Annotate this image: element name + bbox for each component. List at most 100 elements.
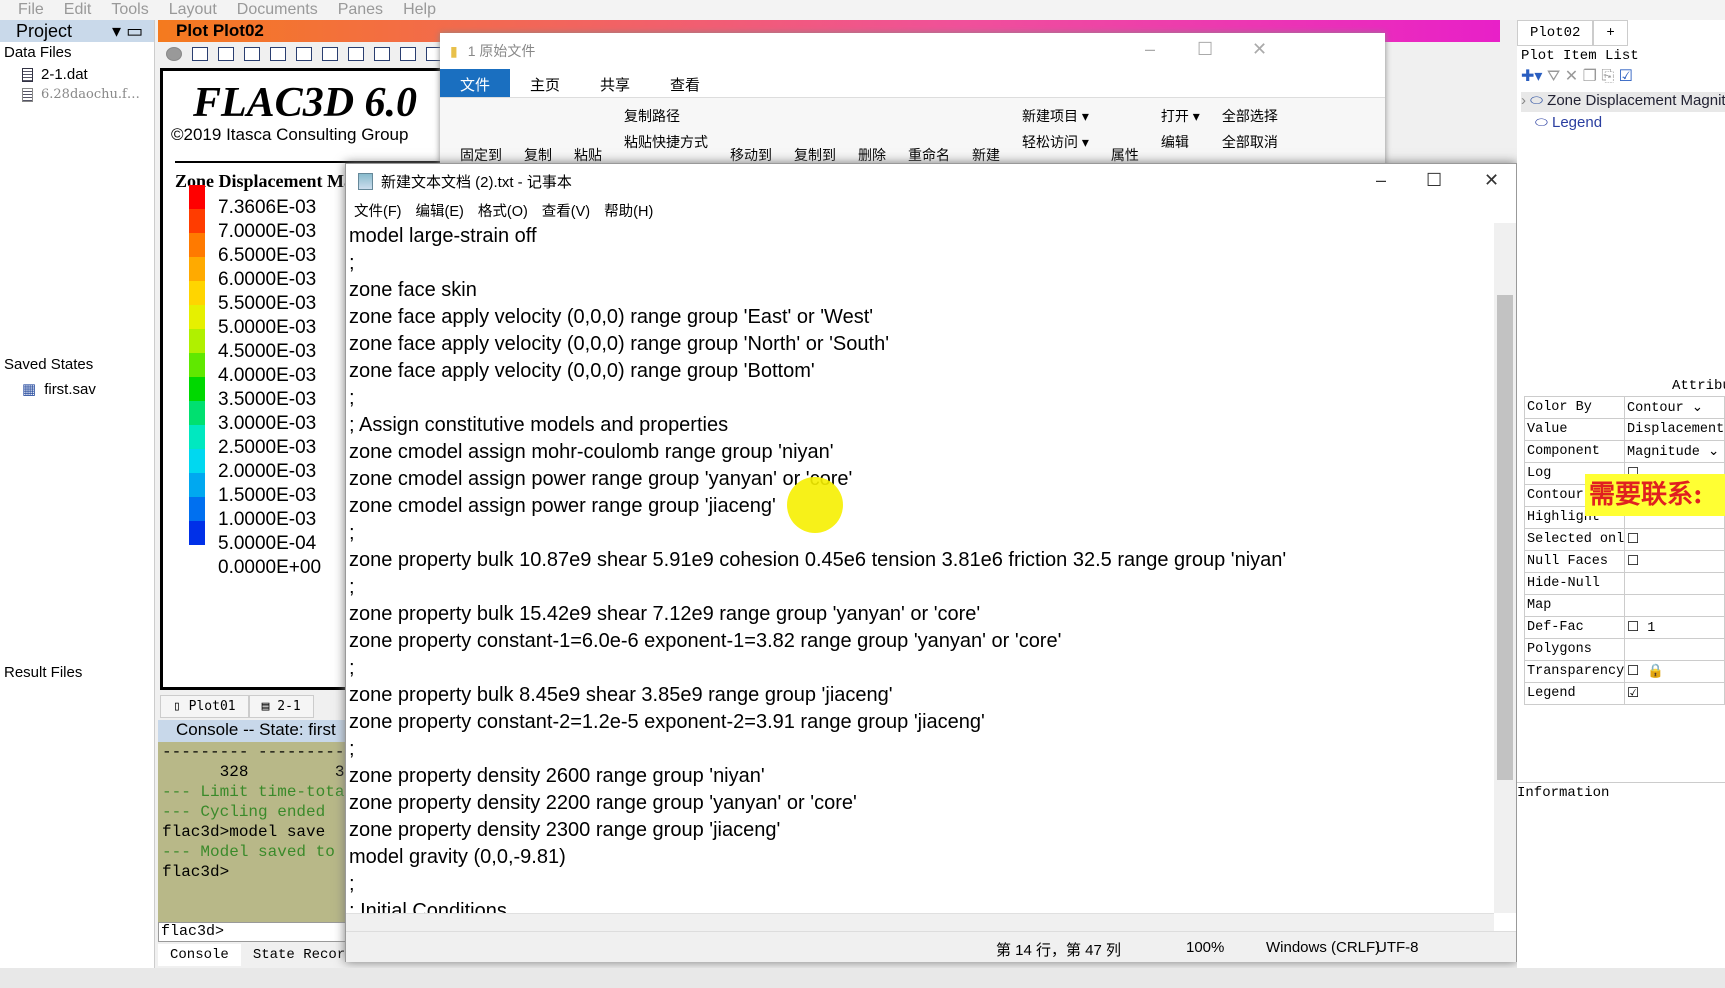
ribbon-button[interactable]: 粘贴快捷方式 [624,132,708,152]
attribute-value[interactable]: ☑ [1624,682,1725,705]
ribbon-tab[interactable]: 主页 [510,69,580,97]
notepad-menu-item[interactable]: 格式(O) [478,200,528,221]
ribbon-button[interactable]: 复制 [524,145,552,165]
attribute-value[interactable]: Contour ⌄ [1624,396,1725,419]
ribbon-button[interactable]: 轻松访问 ▾ [1022,132,1089,152]
plot-item[interactable]: ⬭ Legend [1535,114,1602,131]
attribute-value[interactable]: Magnitude ⌄ [1624,440,1725,463]
menu-edit[interactable]: Edit [64,1,92,19]
plot-tabs: ▯ Plot01 ▤ 2-1 [160,695,314,718]
ribbon-button[interactable]: 复制路径 [624,106,708,126]
eye-icon[interactable]: ⬭ [1535,114,1552,131]
toolbar-icon[interactable] [192,47,208,61]
add-tab-button[interactable]: + [1593,20,1628,46]
attribute-value[interactable]: Displacement [1624,418,1725,441]
toolbar-icon[interactable] [166,47,182,61]
notepad-menu-item[interactable]: 文件(F) [354,200,402,221]
check-icon[interactable]: ☑ [1619,68,1633,85]
notepad-menu-item[interactable]: 帮助(H) [604,200,653,221]
ribbon-button[interactable]: 打开 ▾ [1161,106,1200,126]
attribute-value[interactable] [1624,572,1725,595]
attribute-row[interactable]: Color By Contour ⌄ [1524,396,1725,419]
vertical-scrollbar[interactable] [1494,223,1516,913]
notepad-title: 新建文本文档 (2).txt - 记事本 [381,173,572,191]
ribbon-button[interactable]: 全部选择 [1222,106,1278,126]
attribute-value[interactable]: ☐ [1624,550,1725,573]
attribute-row[interactable]: Component Magnitude ⌄ [1524,440,1725,463]
console-input[interactable]: flac3d> [158,922,348,942]
attribute-value[interactable] [1624,638,1725,661]
console-line: --- Limit time-total [162,783,348,801]
menu-tools[interactable]: Tools [111,1,148,19]
saved-state-item[interactable]: ▦ first.sav [22,380,96,399]
menu-layout[interactable]: Layout [169,1,217,19]
text-line: ; Assign constitutive models and propert… [349,414,729,436]
toolbar-icon[interactable] [322,47,338,61]
ribbon-tab[interactable]: 共享 [580,69,650,97]
toolbar-icon[interactable] [400,47,416,61]
toolbar-icon[interactable] [218,47,234,61]
ribbon-button[interactable]: 粘贴 [574,145,602,165]
ribbon-button[interactable]: 属性 [1111,145,1139,165]
toolbar-icon[interactable] [296,47,312,61]
attribute-value[interactable]: ☐ [1624,528,1725,551]
toolbar-icon[interactable] [348,47,364,61]
menu-file[interactable]: File [18,1,44,19]
attribute-row[interactable]: Map [1524,594,1725,617]
attribute-row[interactable]: Transparency ☐ 🔒 [1524,660,1725,683]
file-item[interactable]: 2-1.dat [22,66,88,83]
toolbar-icon[interactable] [244,47,260,61]
ribbon-button[interactable]: 新建项目 ▾ [1022,106,1089,126]
attribute-row[interactable]: Value Displacement [1524,418,1725,441]
toolbar-icon[interactable] [374,47,390,61]
ribbon-button[interactable]: 重命名 [908,145,950,165]
tab-plot01[interactable]: ▯ Plot01 [160,695,249,718]
ribbon-button[interactable]: 新建 [972,145,1000,165]
file-item[interactable]: 6.28daochu.f… [22,87,140,102]
notepad-menu-item[interactable]: 编辑(E) [416,200,464,221]
maximize-button[interactable]: ☐ [1197,39,1213,60]
ribbon-button[interactable]: 全部取消 [1222,132,1278,152]
maximize-button[interactable]: ☐ [1426,170,1442,191]
attribute-value[interactable]: ☐ 🔒 [1624,660,1725,683]
close-button[interactable]: ✕ [1484,170,1499,191]
legend-swatch [189,305,205,329]
attribute-row[interactable]: Selected only ☐ [1524,528,1725,551]
tab-2-1[interactable]: ▤ 2-1 [248,695,314,718]
attribute-row[interactable]: Null Faces ☐ [1524,550,1725,573]
legend-value: 2.5000E-03 [218,437,317,458]
menu-help[interactable]: Help [403,1,436,19]
minimize-button[interactable]: – [1145,39,1155,60]
attribute-row[interactable]: Hide-Null [1524,572,1725,595]
ribbon-tab[interactable]: 文件 [440,69,511,97]
eye-icon[interactable]: ⬭ [1530,92,1547,109]
toolbar-icon[interactable] [270,47,286,61]
menu-bar: File Edit Tools Layout Documents Panes Help [0,0,1725,20]
filter-icon[interactable]: ⛛ ✕ ❐ ⎘ [1547,68,1614,85]
ribbon-tab[interactable]: 查看 [650,69,720,97]
dropdown-icon[interactable]: ▾ ▭ [112,21,143,42]
scroll-thumb[interactable] [1497,295,1513,780]
menu-panes[interactable]: Panes [338,1,383,19]
attribute-value[interactable]: ☐ 1 [1624,616,1725,639]
close-button[interactable]: ✕ [1252,39,1267,60]
tab-console[interactable]: Console [158,944,241,966]
attribute-row[interactable]: Def-Fac ☐ 1 [1524,616,1725,639]
attribute-row[interactable]: Legend ☑ [1524,682,1725,705]
notepad-menu-item[interactable]: 查看(V) [542,200,590,221]
ribbon-button[interactable]: 固定到 [460,145,502,165]
add-icon[interactable]: ✚▾ [1521,68,1542,85]
ribbon-button[interactable]: 删除 [858,145,886,165]
tab-plot02[interactable]: Plot02 [1517,20,1594,46]
ribbon-button[interactable]: 复制到 [794,145,836,165]
attribute-value[interactable] [1624,594,1725,617]
menu-documents[interactable]: Documents [237,1,318,19]
plot-item-list-title: Plot Item List [1521,48,1639,64]
minimize-button[interactable]: – [1376,170,1386,191]
text-editor[interactable]: model large-strain off; zone face skin zon… [346,223,1494,913]
ribbon-button[interactable]: 移动到 [730,145,772,165]
attribute-row[interactable]: Polygons [1524,638,1725,661]
ribbon-button[interactable]: 编辑 [1161,132,1200,152]
horizontal-scrollbar[interactable] [346,913,1494,931]
plot-item[interactable]: › ⬭ Zone Displacement Magnitude [1521,92,1725,112]
